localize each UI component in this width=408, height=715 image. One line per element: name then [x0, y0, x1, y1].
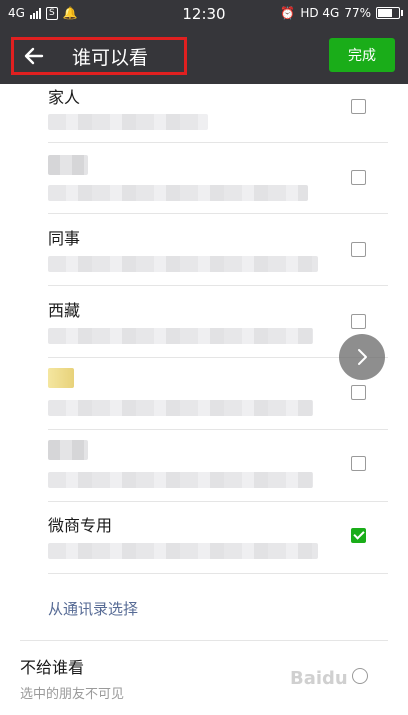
battery-percent: 77%	[344, 6, 371, 20]
group-members-blurred	[48, 400, 313, 416]
list-item[interactable]: 家人	[0, 84, 408, 143]
status-bar: 4G S 🔔 12:30 ⏰ HD 4G 77%	[0, 0, 408, 28]
list-item[interactable]	[0, 430, 408, 502]
battery-icon	[376, 7, 403, 19]
list-item[interactable]	[0, 143, 408, 214]
floating-next-button[interactable]	[339, 334, 385, 380]
list-item[interactable]: 微商专用	[0, 502, 408, 574]
not-visible-radio[interactable]	[352, 668, 368, 684]
group-checkbox[interactable]	[351, 99, 366, 114]
group-checkbox[interactable]	[351, 385, 366, 400]
group-members-blurred	[48, 256, 318, 272]
group-name: 微商专用	[48, 516, 113, 535]
group-name: 同事	[48, 229, 81, 248]
group-name-blurred	[48, 368, 74, 388]
page-title: 谁可以看	[72, 47, 149, 69]
select-from-contacts-link[interactable]: 从通讯录选择	[48, 598, 138, 619]
watermark: Baidu	[290, 668, 348, 689]
group-checkbox[interactable]	[351, 456, 366, 471]
group-checkbox-checked[interactable]	[351, 528, 366, 543]
group-name: 家人	[48, 88, 81, 107]
list-item[interactable]: 同事	[0, 214, 408, 286]
group-checkbox[interactable]	[351, 314, 366, 329]
section-divider	[20, 640, 388, 641]
group-members-blurred	[48, 543, 318, 559]
done-button[interactable]: 完成	[329, 38, 395, 72]
row-divider	[48, 573, 388, 574]
group-name-blurred	[48, 440, 88, 460]
hd-network: HD 4G	[300, 6, 340, 20]
group-members-blurred	[48, 472, 313, 488]
group-members-blurred	[48, 185, 308, 201]
group-members-blurred	[48, 328, 313, 344]
group-name: 西藏	[48, 301, 81, 320]
not-visible-option-title[interactable]: 不给谁看	[20, 654, 84, 678]
not-visible-option-subtitle: 选中的朋友不可见	[20, 687, 125, 702]
status-right: ⏰ HD 4G 77%	[280, 6, 403, 20]
group-checkbox[interactable]	[351, 170, 366, 185]
group-members-blurred	[48, 114, 208, 130]
chevron-right-icon	[358, 349, 367, 365]
back-arrow-icon[interactable]	[22, 44, 46, 68]
group-name-blurred	[48, 155, 88, 175]
group-checkbox[interactable]	[351, 242, 366, 257]
battery-fill	[378, 9, 392, 17]
alarm-icon: ⏰	[280, 6, 296, 20]
